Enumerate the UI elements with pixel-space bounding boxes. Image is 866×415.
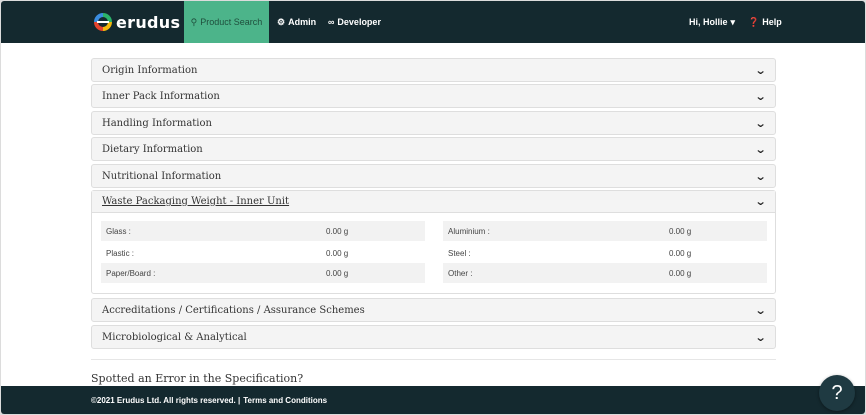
weight-label: Glass : bbox=[106, 226, 131, 236]
panel-header[interactable]: Origin Information ⌄ bbox=[92, 59, 775, 81]
panel-inner-pack-information[interactable]: Inner Pack Information ⌄ bbox=[91, 84, 776, 108]
panel-origin-information[interactable]: Origin Information ⌄ bbox=[91, 58, 776, 82]
chevron-down-icon: ⌄ bbox=[754, 116, 767, 130]
nav-developer[interactable]: ∞ Developer bbox=[328, 1, 381, 43]
weight-row-aluminium: Aluminium : 0.00 g bbox=[443, 221, 767, 241]
section-divider bbox=[91, 359, 776, 360]
nav-product-search[interactable]: ⚲ Product Search bbox=[184, 1, 269, 43]
waste-weights-grid: Glass : 0.00 g Plastic : 0.00 g Paper/Bo… bbox=[92, 213, 775, 293]
weight-row-plastic: Plastic : 0.00 g bbox=[101, 243, 425, 263]
panel-title: Accreditations / Certifications / Assura… bbox=[102, 304, 365, 316]
chevron-down-icon: ⌄ bbox=[754, 195, 767, 208]
help-chat-button[interactable]: ? bbox=[819, 375, 855, 411]
panel-handling-information[interactable]: Handling Information ⌄ bbox=[91, 111, 776, 135]
panel-title: Handling Information bbox=[102, 117, 212, 129]
weight-row-other: Other : 0.00 g bbox=[443, 263, 767, 283]
panel-nutritional-information[interactable]: Nutritional Information ⌄ bbox=[91, 164, 776, 188]
weight-row-steel: Steel : 0.00 g bbox=[443, 243, 767, 263]
glasses-icon: ∞ bbox=[328, 16, 335, 27]
panel-title: Waste Packaging Weight - Inner Unit bbox=[102, 196, 290, 207]
weight-row-paper-board: Paper/Board : 0.00 g bbox=[101, 263, 425, 283]
app-frame: erudus ⚲ Product Search ⚙ Admin ∞ Develo… bbox=[1, 1, 865, 414]
weight-value: 0.00 g bbox=[326, 226, 349, 236]
brand-logo-link[interactable]: erudus bbox=[94, 11, 180, 33]
panel-header[interactable]: Inner Pack Information ⌄ bbox=[92, 85, 775, 107]
chevron-down-icon: ⌄ bbox=[754, 169, 767, 183]
panel-header[interactable]: Nutritional Information ⌄ bbox=[92, 165, 775, 187]
panel-title: Dietary Information bbox=[102, 143, 203, 155]
weight-label: Steel : bbox=[448, 248, 471, 258]
chevron-down-icon: ⌄ bbox=[754, 63, 767, 77]
weight-label: Paper/Board : bbox=[106, 268, 156, 278]
panel-dietary-information[interactable]: Dietary Information ⌄ bbox=[91, 137, 776, 161]
weight-value: 0.00 g bbox=[669, 248, 692, 258]
weight-value: 0.00 g bbox=[669, 226, 692, 236]
chevron-down-icon: ⌄ bbox=[754, 303, 767, 317]
nav-admin[interactable]: ⚙ Admin bbox=[277, 1, 316, 43]
panel-header[interactable]: Dietary Information ⌄ bbox=[92, 138, 775, 160]
panel-accreditations[interactable]: Accreditations / Certifications / Assura… bbox=[91, 298, 776, 322]
footer-copyright: ©2021 Erudus Ltd. All rights reserved. | bbox=[91, 395, 241, 405]
user-greeting: Hi, Hollie bbox=[689, 17, 728, 27]
gear-icon: ⚙ bbox=[277, 16, 286, 27]
panel-header[interactable]: Accreditations / Certifications / Assura… bbox=[92, 299, 775, 321]
nav-developer-label: Developer bbox=[337, 17, 381, 27]
panel-title: Microbiological & Analytical bbox=[102, 331, 247, 343]
weight-row-glass: Glass : 0.00 g bbox=[101, 221, 425, 241]
panel-waste-packaging-weight: Waste Packaging Weight - Inner Unit ⌄ Gl… bbox=[91, 190, 776, 294]
chevron-down-icon: ⌄ bbox=[754, 330, 767, 344]
question-circle-icon: ❓ bbox=[748, 16, 760, 27]
user-menu-dropdown[interactable]: Hi, Hollie ▾ bbox=[689, 1, 735, 43]
panel-header[interactable]: Waste Packaging Weight - Inner Unit ⌄ bbox=[92, 191, 775, 213]
top-navbar: erudus ⚲ Product Search ⚙ Admin ∞ Develo… bbox=[1, 1, 865, 43]
caret-down-icon: ▾ bbox=[730, 16, 736, 27]
panel-header[interactable]: Handling Information ⌄ bbox=[92, 112, 775, 134]
terms-link[interactable]: Terms and Conditions bbox=[243, 396, 327, 405]
nav-admin-label: Admin bbox=[288, 17, 317, 27]
search-icon: ⚲ bbox=[190, 16, 198, 27]
brand-name: erudus bbox=[116, 12, 181, 32]
weight-value: 0.00 g bbox=[326, 268, 349, 278]
erudus-logo-icon bbox=[94, 13, 112, 31]
weight-value: 0.00 g bbox=[326, 248, 349, 258]
error-report-heading: Spotted an Error in the Specification? bbox=[91, 372, 304, 385]
panel-microbiological-analytical[interactable]: Microbiological & Analytical ⌄ bbox=[91, 325, 776, 349]
panel-title: Inner Pack Information bbox=[102, 90, 220, 102]
nav-product-search-label: Product Search bbox=[200, 17, 263, 27]
weight-value: 0.00 g bbox=[669, 268, 692, 278]
page-footer: ©2021 Erudus Ltd. All rights reserved. |… bbox=[1, 386, 865, 414]
weight-label: Plastic : bbox=[106, 248, 135, 258]
weight-label: Aluminium : bbox=[448, 226, 490, 236]
chevron-down-icon: ⌄ bbox=[754, 142, 767, 156]
weight-label: Other : bbox=[448, 268, 473, 278]
panel-title: Nutritional Information bbox=[102, 170, 222, 182]
nav-help-label: Help bbox=[762, 17, 782, 27]
panel-header[interactable]: Microbiological & Analytical ⌄ bbox=[92, 326, 775, 348]
nav-help[interactable]: ❓ Help bbox=[748, 1, 782, 43]
chevron-down-icon: ⌄ bbox=[754, 89, 767, 103]
panel-title: Origin Information bbox=[102, 64, 198, 76]
